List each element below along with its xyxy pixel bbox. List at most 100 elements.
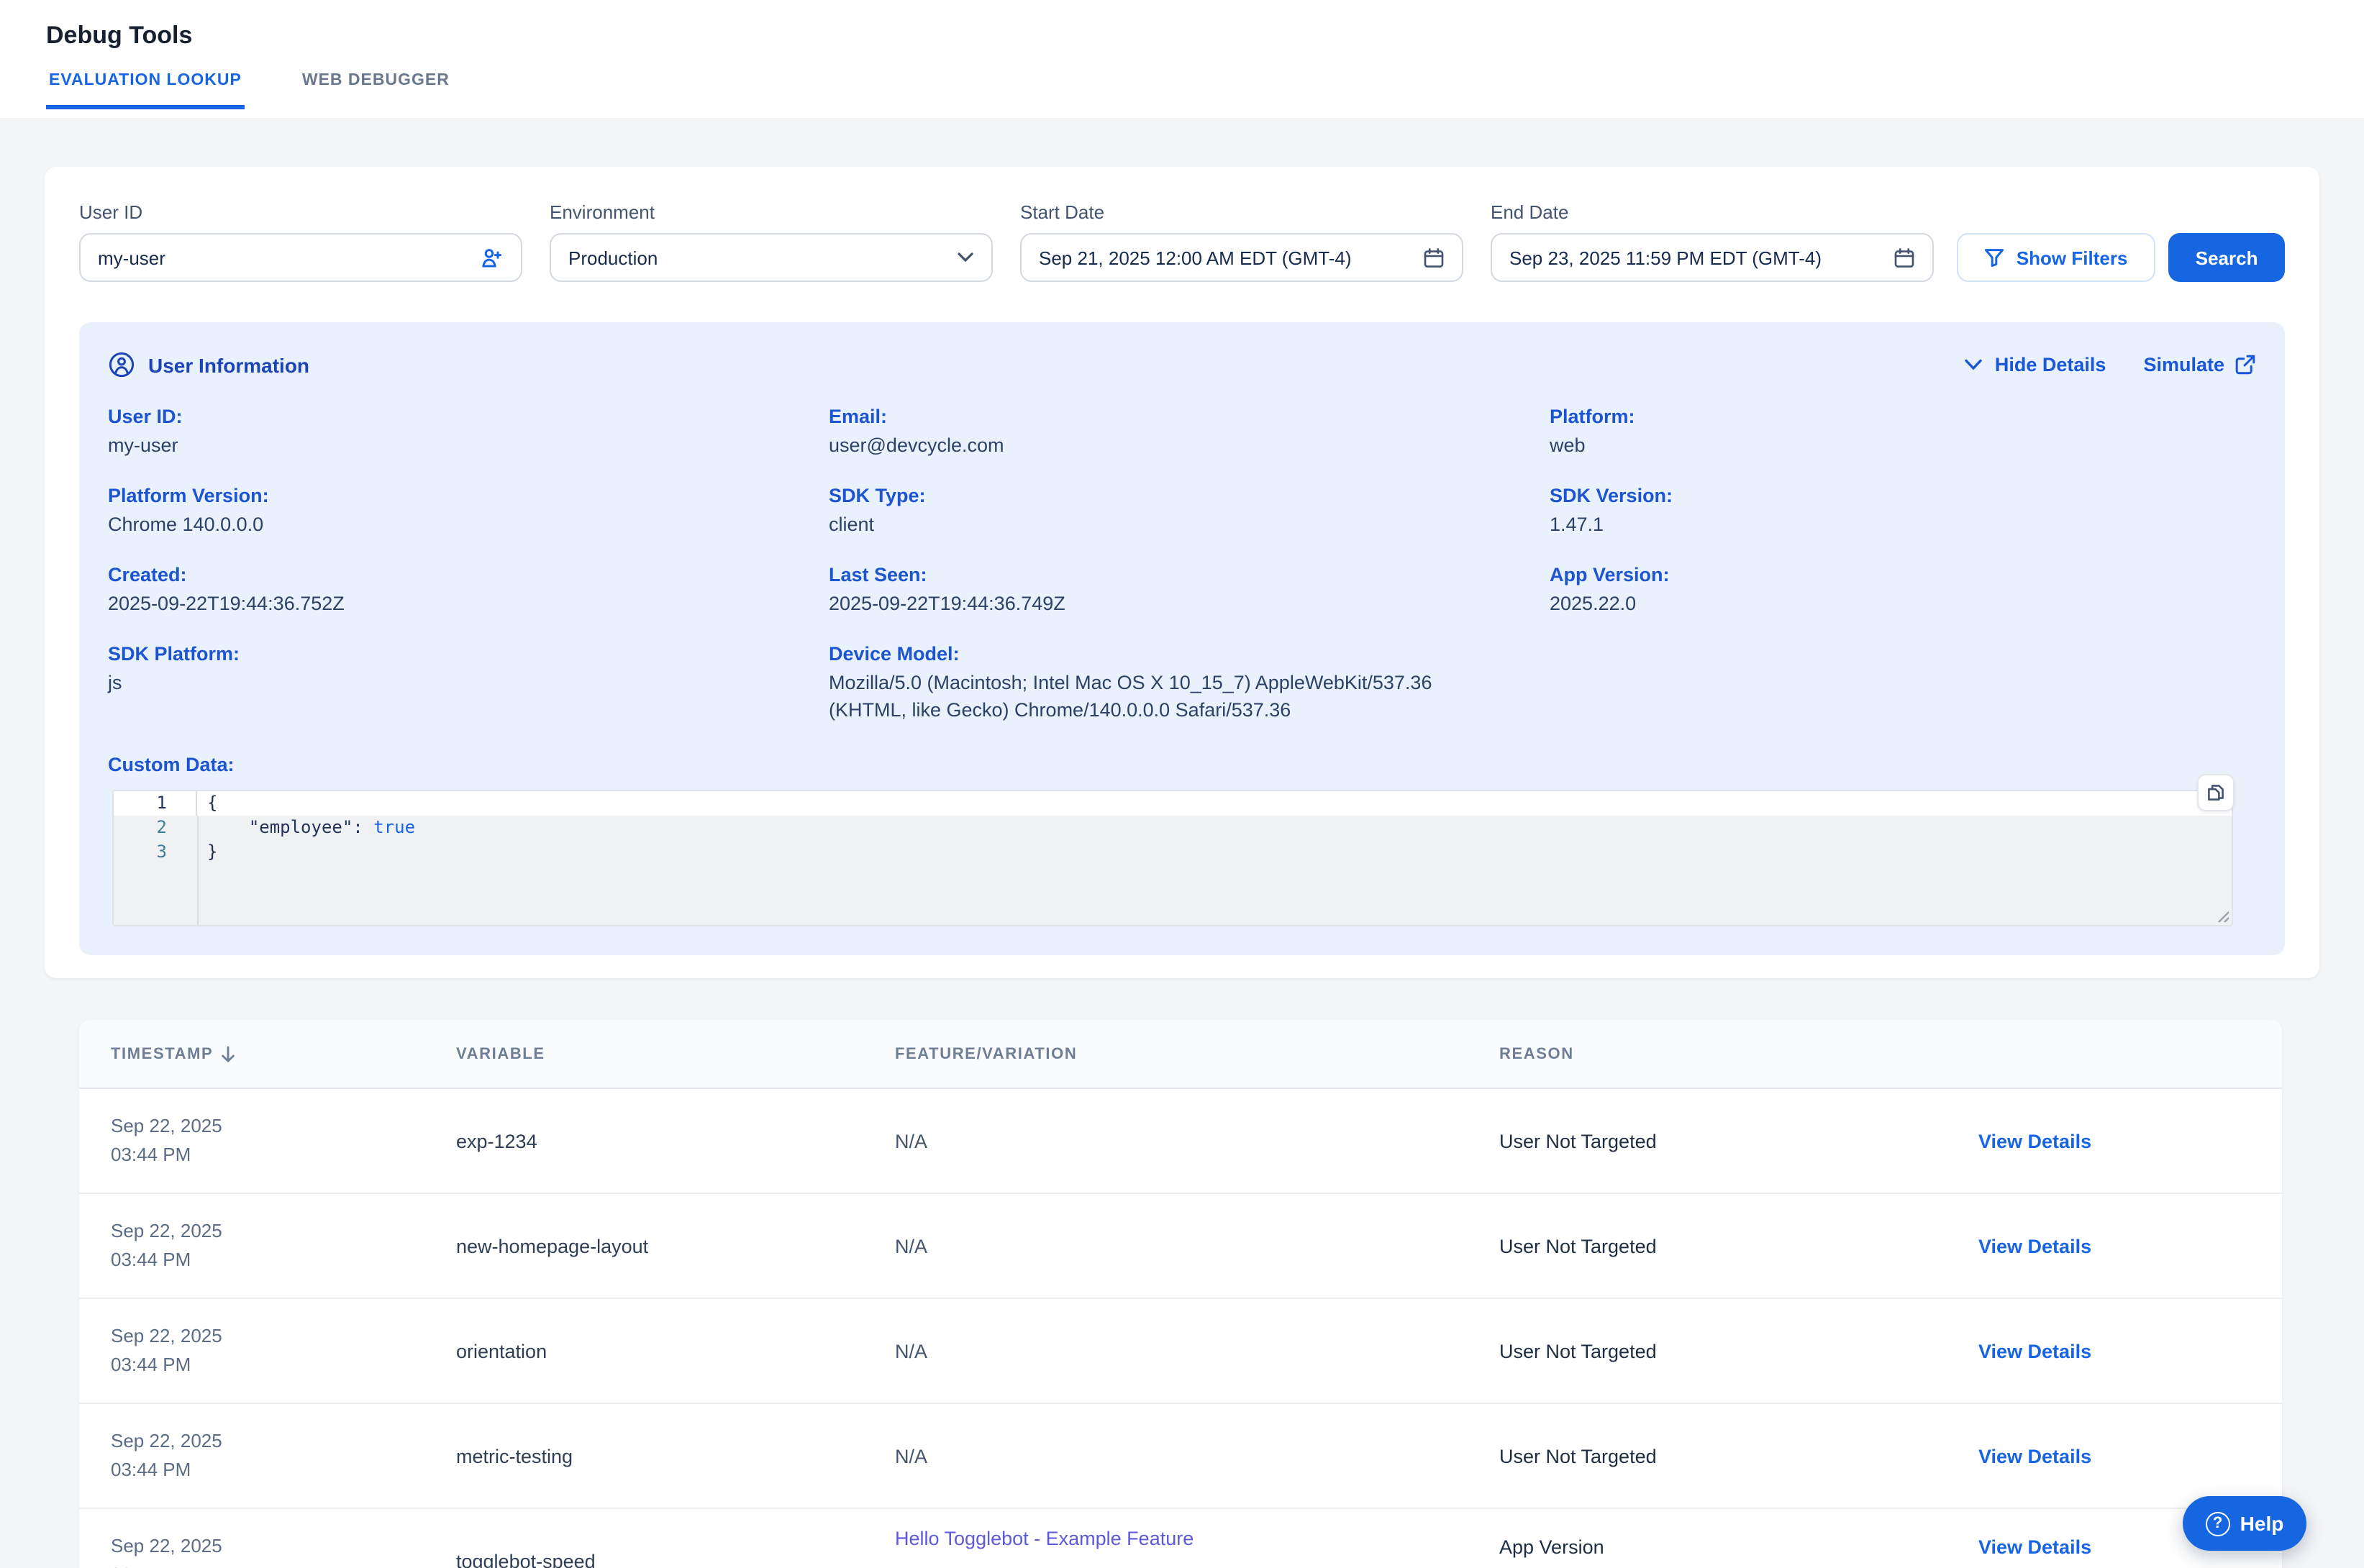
help-label: Help xyxy=(2240,1512,2284,1535)
search-label: Search xyxy=(2196,247,2258,268)
info-field-platform: Platform: web xyxy=(1550,404,2256,459)
tab-bar: EVALUATION LOOKUP WEB DEBUGGER xyxy=(0,63,2364,109)
table-header-row: TIMESTAMP VARIABLE FEATURE/VARIATION REA… xyxy=(79,1020,2282,1089)
table-row: Sep 22, 202503:44 PM metric-testing N/A … xyxy=(79,1404,2282,1509)
view-details-link[interactable]: View Details xyxy=(1978,1130,2282,1152)
user-id-field: User ID my-user xyxy=(79,201,522,282)
variable-cell: togglebot-speed xyxy=(456,1551,895,1568)
end-date-input[interactable]: Sep 23, 2025 11:59 PM EDT (GMT-4) xyxy=(1491,233,1934,282)
reason-cell: User Not Targeted xyxy=(1499,1235,1978,1257)
info-field-last-seen: Last Seen: 2025-09-22T19:44:36.749Z xyxy=(829,562,1535,617)
custom-data-editor[interactable]: 1 { 2 "employee": true 3 } xyxy=(112,790,2233,926)
panel-actions: Hide Details Simulate xyxy=(1965,354,2256,375)
code-line: 3 } xyxy=(114,840,2232,865)
feature-cell: N/A xyxy=(895,1445,1499,1467)
copy-button[interactable] xyxy=(2197,774,2235,811)
info-field-created: Created: 2025-09-22T19:44:36.752Z xyxy=(108,562,814,617)
show-filters-label: Show Filters xyxy=(2017,247,2128,268)
main-content: User ID my-user Environment xyxy=(0,118,2364,1568)
external-link-icon xyxy=(2235,354,2256,375)
table-row: Sep 22, 202503:44 PM orientation N/A Use… xyxy=(79,1299,2282,1404)
user-info-grid: User ID: my-user Platform Version: Chrom… xyxy=(108,404,2256,748)
code-line: 2 "employee": true xyxy=(114,816,2232,840)
resize-grip-icon[interactable] xyxy=(2214,908,2230,924)
user-id-label: User ID xyxy=(79,201,522,223)
timestamp-cell: Sep 22, 202503:44 PM xyxy=(111,1112,456,1170)
tab-evaluation-lookup[interactable]: EVALUATION LOOKUP xyxy=(46,63,245,109)
environment-value: Production xyxy=(568,247,658,268)
variable-cell: new-homepage-layout xyxy=(456,1235,895,1257)
column-header-timestamp[interactable]: TIMESTAMP xyxy=(111,1045,456,1062)
environment-select[interactable]: Production xyxy=(550,233,993,282)
page-title: Debug Tools xyxy=(0,0,2364,50)
start-date-input[interactable]: Sep 21, 2025 12:00 AM EDT (GMT-4) xyxy=(1020,233,1463,282)
table-row: Sep 22, 202503:44 PM exp-1234 N/A User N… xyxy=(79,1089,2282,1194)
line-number: 2 xyxy=(114,816,197,840)
debug-tools-page: Debug Tools EVALUATION LOOKUP WEB DEBUGG… xyxy=(0,0,2364,1568)
top-bar: Debug Tools EVALUATION LOOKUP WEB DEBUGG… xyxy=(0,0,2364,118)
info-column-3: Platform: web SDK Version: 1.47.1 App Ve… xyxy=(1550,404,2256,748)
column-header-feature: FEATURE/VARIATION xyxy=(895,1045,1499,1062)
feature-link[interactable]: Hello Togglebot - Example Feature xyxy=(895,1528,1499,1549)
question-mark-icon: ? xyxy=(2206,1511,2230,1536)
simulate-label: Simulate xyxy=(2143,354,2224,375)
info-field-email: Email: user@devcycle.com xyxy=(829,404,1535,459)
calendar-icon[interactable] xyxy=(1894,247,1915,268)
table-row: Sep 22, 202503:44 PM togglebot-speed Hel… xyxy=(79,1509,2282,1568)
filter-row: User ID my-user Environment xyxy=(79,201,2285,282)
view-details-link[interactable]: View Details xyxy=(1978,1235,2282,1257)
timestamp-cell: Sep 22, 202503:44 PM xyxy=(111,1322,456,1380)
json-key: "employee": xyxy=(249,817,363,837)
feature-cell: N/A xyxy=(895,1130,1499,1152)
info-column-1: User ID: my-user Platform Version: Chrom… xyxy=(108,404,814,748)
column-header-reason: REASON xyxy=(1499,1045,1978,1062)
timestamp-cell: Sep 22, 202503:44 PM xyxy=(111,1217,456,1275)
user-circle-icon xyxy=(108,351,135,378)
show-filters-button[interactable]: Show Filters xyxy=(1957,233,2155,282)
chevron-down-icon[interactable] xyxy=(1965,358,1983,371)
sort-descending-icon xyxy=(220,1045,236,1062)
info-field-sdk-version: SDK Version: 1.47.1 xyxy=(1550,483,2256,538)
simulate-link[interactable]: Simulate xyxy=(2143,354,2256,375)
end-date-value: Sep 23, 2025 11:59 PM EDT (GMT-4) xyxy=(1509,247,1822,268)
feature-cell: N/A xyxy=(895,1340,1499,1362)
hide-details-link[interactable]: Hide Details xyxy=(1995,354,2106,375)
start-date-field: Start Date Sep 21, 2025 12:00 AM EDT (GM… xyxy=(1020,201,1463,282)
info-field-sdk-type: SDK Type: client xyxy=(829,483,1535,538)
copy-icon xyxy=(2206,783,2226,803)
info-column-2: Email: user@devcycle.com SDK Type: clien… xyxy=(829,404,1535,748)
line-number: 3 xyxy=(114,840,197,865)
chevron-down-icon xyxy=(957,252,974,263)
funnel-icon xyxy=(1985,247,2005,268)
variable-cell: orientation xyxy=(456,1340,895,1362)
user-information-header: User Information Hide Details Simulate xyxy=(108,351,2256,378)
tab-web-debugger[interactable]: WEB DEBUGGER xyxy=(299,63,453,109)
feature-cell: N/A xyxy=(895,1235,1499,1257)
search-button[interactable]: Search xyxy=(2168,233,2285,282)
user-id-input[interactable]: my-user xyxy=(79,233,522,282)
reason-cell: User Not Targeted xyxy=(1499,1445,1978,1467)
info-field-user-id: User ID: my-user xyxy=(108,404,814,459)
info-field-app-version: App Version: 2025.22.0 xyxy=(1550,562,2256,617)
environment-field: Environment Production xyxy=(550,201,993,282)
reason-cell: User Not Targeted xyxy=(1499,1130,1978,1152)
info-field-platform-version: Platform Version: Chrome 140.0.0.0 xyxy=(108,483,814,538)
table-row: Sep 22, 202503:44 PM new-homepage-layout… xyxy=(79,1194,2282,1299)
end-date-field: End Date Sep 23, 2025 11:59 PM EDT (GMT-… xyxy=(1491,201,1934,282)
start-date-value: Sep 21, 2025 12:00 AM EDT (GMT-4) xyxy=(1039,247,1352,268)
user-information-panel: User Information Hide Details Simulate xyxy=(79,322,2285,955)
person-add-icon[interactable] xyxy=(479,245,504,270)
line-number: 1 xyxy=(114,791,197,816)
lookup-card: User ID my-user Environment xyxy=(45,167,2319,978)
info-field-sdk-platform: SDK Platform: js xyxy=(108,642,814,696)
view-details-link[interactable]: View Details xyxy=(1978,1445,2282,1467)
column-header-variable: VARIABLE xyxy=(456,1045,895,1062)
help-button[interactable]: ? Help xyxy=(2183,1496,2306,1551)
variable-cell: exp-1234 xyxy=(456,1130,895,1152)
code-line: 1 { xyxy=(114,791,2232,816)
calendar-icon[interactable] xyxy=(1423,247,1445,268)
custom-data-label: Custom Data: xyxy=(108,754,2256,775)
timestamp-cell: Sep 22, 202503:44 PM xyxy=(111,1532,456,1568)
view-details-link[interactable]: View Details xyxy=(1978,1340,2282,1362)
start-date-label: Start Date xyxy=(1020,201,1463,223)
